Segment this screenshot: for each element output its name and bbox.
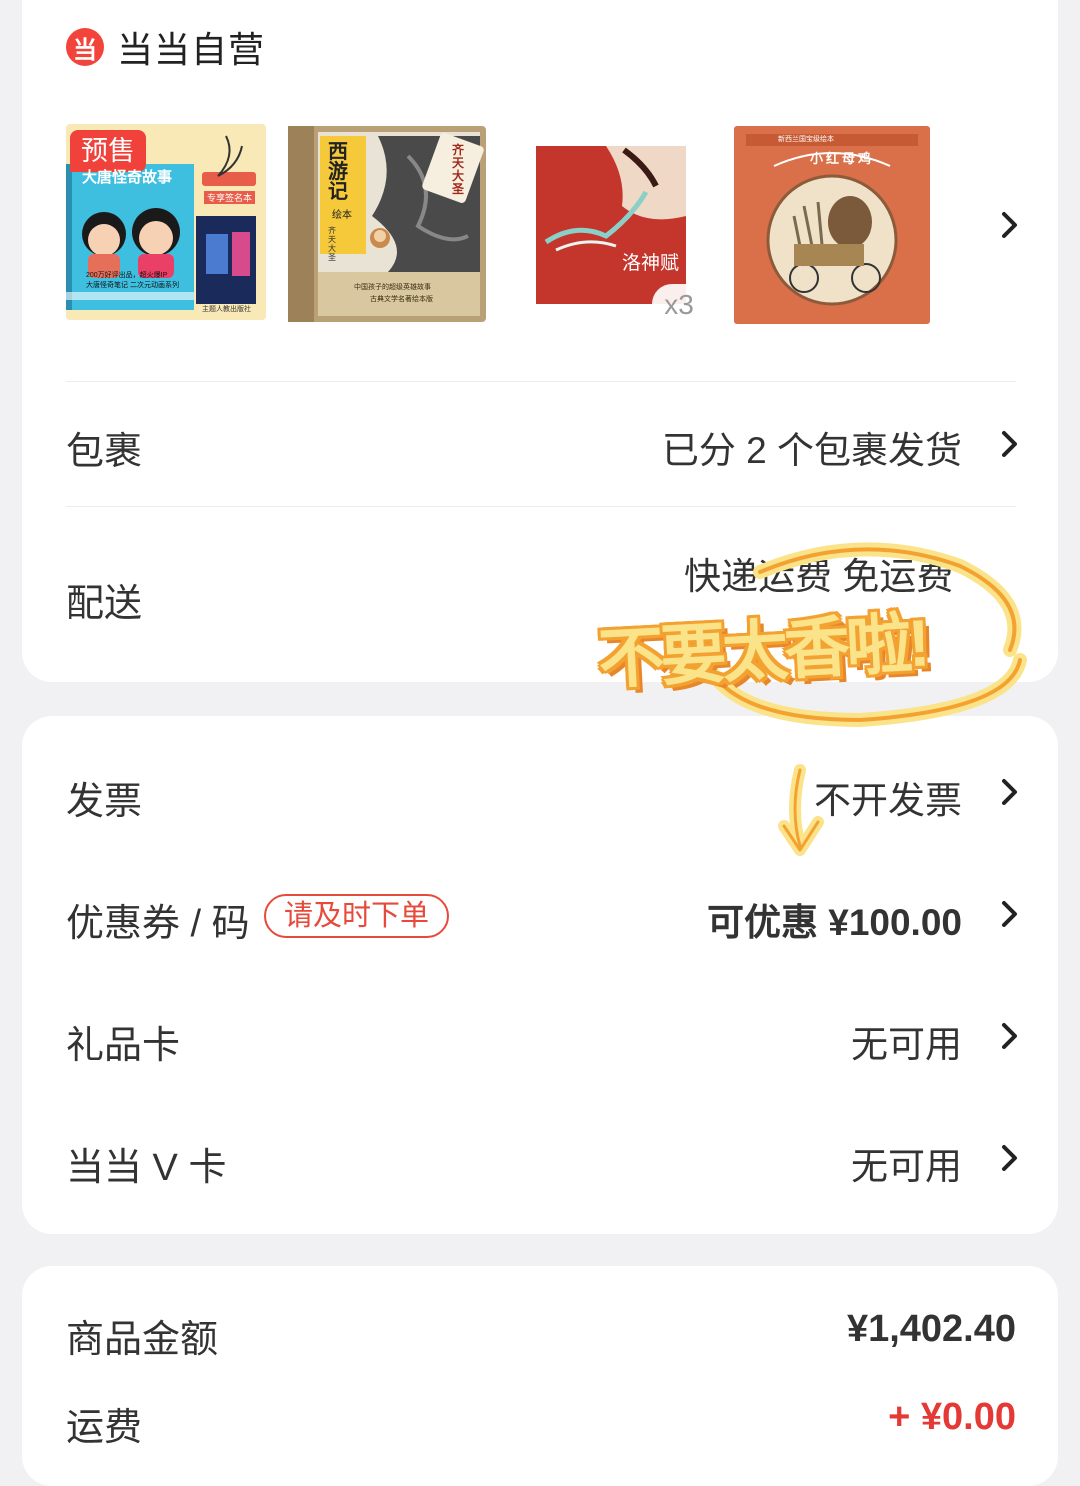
product-thumbnail-2[interactable]: 西游记 绘本 齐天大圣 中国孩子的超级英雄故事 古典文学名著绘本版 齐天大圣 — [288, 126, 486, 322]
vcard-label: 当当 V 卡 — [66, 1147, 227, 1189]
promo-sticker: 不要太香啦! — [596, 605, 928, 697]
divider — [66, 506, 1016, 507]
coupon-value: 可优惠 ¥100.00 — [706, 902, 962, 943]
book-title: 大唐怪奇故事 — [82, 169, 173, 186]
shop-name: 当当自营 — [117, 29, 266, 70]
book-blurb-1: 200万好评出品，超火爆IP — [86, 272, 168, 279]
dangdang-logo-icon: 当 — [66, 28, 104, 66]
products-more-chevron-icon[interactable] — [996, 208, 1022, 242]
package-chevron-icon[interactable] — [996, 427, 1022, 461]
gift-card-label: 礼品卡 — [66, 1025, 181, 1067]
book-banner: 中国孩子的超级英雄故事 — [354, 284, 431, 291]
shipping-value: + ¥0.00 — [888, 1396, 1016, 1438]
invoice-value: 不开发票 — [814, 780, 962, 821]
book-title: 小红母鸡 — [810, 151, 875, 166]
product-thumbnail-4[interactable]: 小红母鸡 新西兰国宝级绘本 — [734, 126, 930, 324]
book-title: 洛神赋 — [622, 253, 680, 274]
book-blurb-2: 大唐怪奇笔记 二次元动画系列 — [86, 282, 179, 289]
shipping-label: 运费 — [66, 1407, 143, 1449]
vcard-value: 无可用 — [851, 1146, 962, 1187]
product-thumbnail-3[interactable]: 洛神赋 x3 — [536, 146, 706, 326]
book-publisher: 主题人教出版社 — [202, 306, 251, 313]
shop-header: 当 当当自营 — [66, 24, 265, 70]
product-thumbnail-1[interactable]: 预售 大唐怪奇故事 专享签名本 200万好评出品，超火爆IP 大唐怪奇笔记 二次… — [66, 124, 266, 320]
delivery-label: 配送 — [66, 583, 143, 625]
price-summary-card — [22, 1266, 1058, 1486]
divider — [66, 381, 1016, 382]
gift-card-value: 无可用 — [851, 1024, 962, 1065]
goods-amount-label: 商品金额 — [66, 1319, 219, 1361]
package-label: 包裹 — [66, 431, 143, 473]
package-value: 已分 2 个包裹发货 — [661, 430, 962, 471]
coupon-chevron-icon[interactable] — [996, 897, 1022, 931]
book-badge: 齐天大圣 — [328, 226, 336, 262]
book-stamp: 齐天大圣 — [452, 143, 465, 196]
book-title-main: 西游记 — [328, 141, 348, 203]
goods-amount-value: ¥1,402.40 — [846, 1308, 1016, 1350]
gift-card-chevron-icon[interactable] — [996, 1019, 1022, 1053]
book-series: 新西兰国宝级绘本 — [778, 136, 834, 143]
signed-edition-tag: 专享签名本 — [204, 191, 256, 204]
invoice-label: 发票 — [66, 781, 143, 823]
invoice-chevron-icon[interactable] — [996, 775, 1022, 809]
book-series: 古典文学名著绘本版 — [370, 296, 433, 303]
coupon-label: 优惠券 / 码 — [66, 903, 250, 945]
quantity-badge: x3 — [652, 284, 706, 326]
vcard-chevron-icon[interactable] — [996, 1141, 1022, 1175]
book-subtitle: 绘本 — [332, 210, 352, 221]
coupon-reminder-tag: 请及时下单 — [264, 894, 450, 938]
